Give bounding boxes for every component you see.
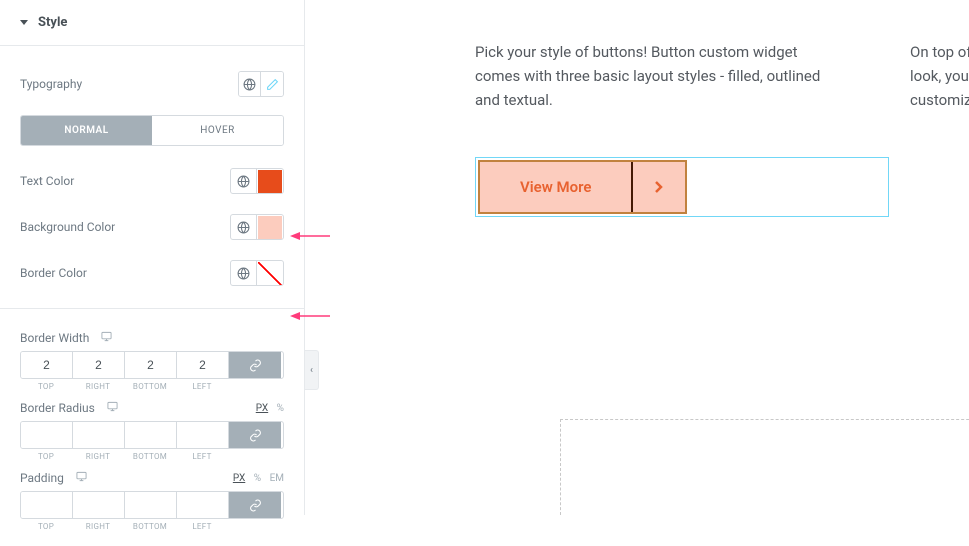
padding-link-button[interactable]	[229, 492, 281, 518]
unit-px[interactable]: PX	[256, 403, 268, 414]
border-radius-units: PX %	[250, 403, 284, 414]
border-width-left[interactable]	[177, 352, 229, 378]
bg-color-swatch[interactable]	[258, 216, 282, 240]
padding-bottom[interactable]	[125, 492, 177, 518]
padding-right[interactable]	[73, 492, 125, 518]
tab-normal[interactable]: NORMAL	[21, 116, 152, 145]
border-radius-link-button[interactable]	[229, 422, 281, 448]
border-width-bottom[interactable]	[125, 352, 177, 378]
bg-color-globe-button[interactable]	[231, 215, 257, 239]
device-icon[interactable]	[100, 331, 113, 345]
border-color-label: Border Color	[20, 266, 87, 280]
style-panel: Style Typography NORMAL HOVER Text Color	[0, 0, 305, 515]
device-icon[interactable]	[106, 401, 119, 415]
typography-edit-button[interactable]	[261, 72, 283, 96]
device-icon[interactable]	[75, 471, 88, 485]
text-color-swatch[interactable]	[258, 170, 282, 194]
unit-pct[interactable]: %	[254, 473, 261, 484]
view-more-button[interactable]: View More	[480, 162, 633, 212]
unit-pct[interactable]: %	[277, 403, 284, 414]
state-tabs: NORMAL HOVER	[20, 115, 284, 146]
border-width-top[interactable]	[21, 352, 73, 378]
tab-hover[interactable]: HOVER	[152, 116, 283, 145]
section-title: Style	[38, 15, 67, 30]
section-header[interactable]: Style	[0, 0, 304, 46]
border-width-right[interactable]	[73, 352, 125, 378]
typography-globe-button[interactable]	[239, 72, 261, 96]
padding-top[interactable]	[21, 492, 73, 518]
text-color-label: Text Color	[20, 174, 74, 188]
caret-down-icon	[20, 20, 28, 25]
preview-area: Pick your style of buttons! Button custo…	[305, 0, 969, 515]
preview-text-2: On top of the basic button look, you als…	[910, 40, 969, 112]
selected-element-frame[interactable]: View More	[475, 157, 889, 217]
padding-left[interactable]	[177, 492, 229, 518]
border-radius-right[interactable]	[73, 422, 125, 448]
border-radius-label: Border Radius	[20, 401, 250, 415]
unit-px[interactable]: PX	[233, 473, 245, 484]
border-width-label: Border Width	[20, 331, 284, 345]
drop-zone[interactable]	[560, 419, 969, 515]
padding-label: Padding	[20, 471, 227, 485]
button-arrow[interactable]	[633, 162, 685, 212]
border-radius-left[interactable]	[177, 422, 229, 448]
border-radius-top[interactable]	[21, 422, 73, 448]
border-color-swatch[interactable]	[258, 262, 282, 286]
text-color-globe-button[interactable]	[231, 169, 257, 193]
border-radius-bottom[interactable]	[125, 422, 177, 448]
button-widget: View More	[478, 160, 687, 214]
border-color-globe-button[interactable]	[231, 261, 257, 285]
border-width-link-button[interactable]	[229, 352, 281, 378]
preview-text-1: Pick your style of buttons! Button custo…	[475, 40, 835, 112]
padding-units: PX % EM	[227, 473, 284, 484]
unit-em[interactable]: EM	[270, 473, 284, 484]
bg-color-label: Background Color	[20, 220, 115, 234]
typography-label: Typography	[20, 77, 82, 91]
